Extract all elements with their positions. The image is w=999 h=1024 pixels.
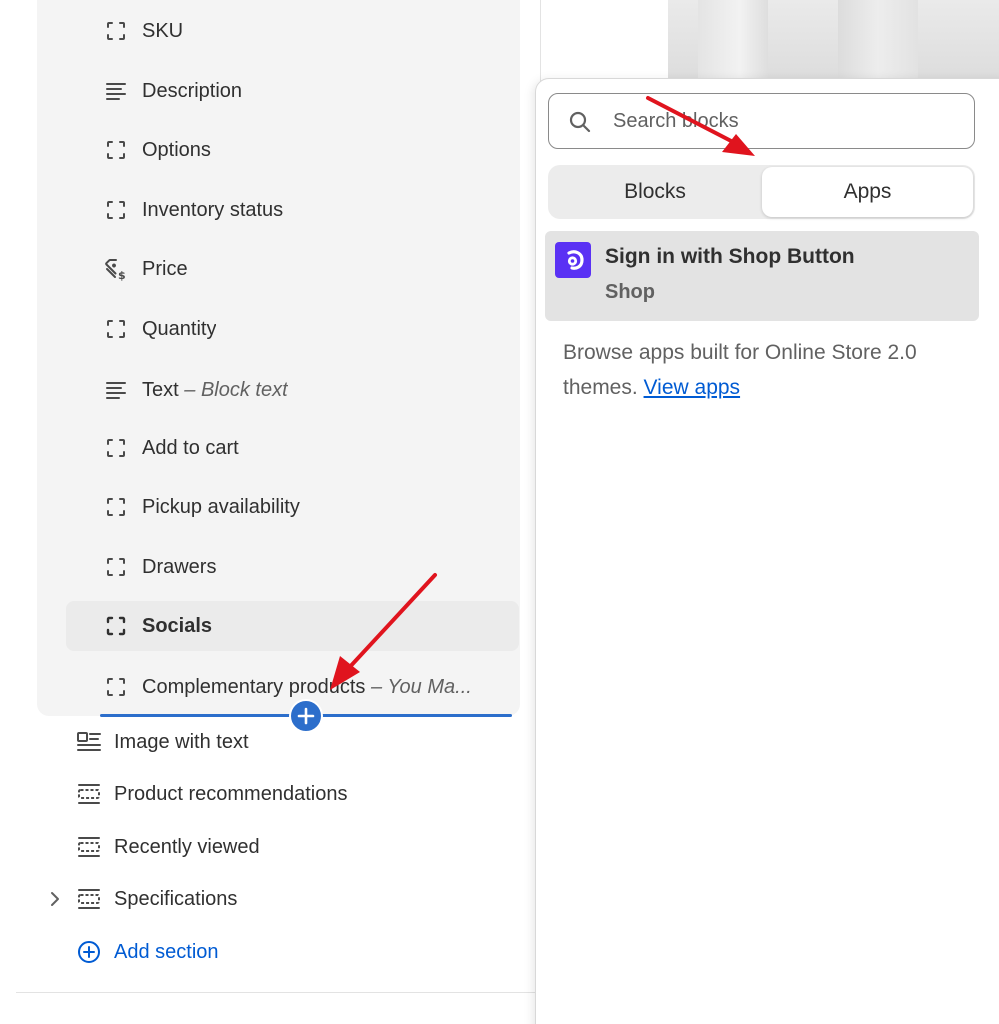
block-label: Price: [142, 258, 188, 280]
block-icon: [106, 616, 126, 636]
block-label: Socials: [142, 615, 213, 637]
add-block-popover: Blocks Apps Sign in with Shop Button Sho…: [535, 78, 999, 1024]
sidebar-bottom-divider: [16, 992, 536, 993]
section-icon: [78, 837, 100, 857]
block-icon: [107, 439, 125, 457]
block-icon: [107, 558, 125, 576]
block-item-price[interactable]: $ Price: [66, 244, 519, 294]
section-label: Image with text: [114, 731, 249, 753]
block-label: Pickup availability: [142, 496, 300, 518]
text-lines-icon: [106, 83, 126, 100]
shop-logo-icon: [555, 242, 591, 278]
app-block-title: Sign in with Shop Button: [605, 245, 855, 268]
block-label: SKU: [142, 20, 184, 42]
block-label: Add to cart: [142, 437, 239, 459]
section-item-recently-viewed[interactable]: Recently viewed: [0, 822, 540, 872]
block-icon: [107, 22, 125, 40]
block-type-tabs: Blocks Apps: [548, 165, 975, 219]
tab-apps[interactable]: Apps: [762, 167, 973, 217]
app-block-provider: Shop: [605, 281, 655, 303]
block-icon: [107, 320, 125, 338]
price-tag-icon: $: [105, 259, 126, 281]
search-input[interactable]: [613, 102, 963, 140]
fabric-fold: [838, 0, 918, 84]
block-item-quantity[interactable]: Quantity: [66, 304, 519, 354]
block-label: Text – Block text: [142, 379, 288, 401]
block-item-inventory-status[interactable]: Inventory status: [66, 185, 519, 235]
tab-blocks[interactable]: Blocks: [550, 167, 760, 217]
block-icon: [107, 678, 125, 696]
theme-editor-sidebar: SKU Description Options Inventory status…: [0, 0, 540, 1024]
section-label: Recently viewed: [114, 836, 260, 858]
view-apps-link[interactable]: View apps: [644, 376, 741, 399]
section-item-image-with-text[interactable]: Image with text: [0, 717, 540, 767]
section-label: Product recommendations: [114, 783, 348, 805]
block-item-add-to-cart[interactable]: Add to cart: [66, 423, 519, 473]
block-label: Options: [142, 139, 211, 161]
chevron-right-icon[interactable]: [46, 890, 64, 908]
block-item-text[interactable]: Text – Block text: [66, 365, 519, 415]
block-label: Inventory status: [142, 199, 284, 221]
plus-icon: [297, 707, 315, 725]
block-item-pickup-availability[interactable]: Pickup availability: [66, 482, 519, 532]
block-suffix: Block text: [200, 379, 288, 401]
section-item-specifications[interactable]: Specifications: [0, 874, 540, 924]
plus-circle-icon: [78, 941, 100, 963]
section-item-product-recommendations[interactable]: Product recommendations: [0, 769, 540, 819]
section-label: Specifications: [114, 888, 238, 910]
browse-apps-text: Browse apps built for Online Store 2.0 t…: [563, 335, 973, 405]
block-sep: –: [178, 379, 201, 401]
image-with-text-icon: [77, 732, 101, 751]
insert-block-button[interactable]: [289, 699, 323, 733]
search-icon: [569, 111, 591, 133]
text-lines-icon: [106, 382, 126, 399]
block-label: Description: [142, 80, 243, 102]
svg-text:$: $: [118, 269, 126, 281]
block-label: Quantity: [142, 318, 217, 340]
block-item-options[interactable]: Options: [66, 125, 519, 175]
block-item-sku[interactable]: SKU: [66, 6, 519, 56]
fabric-fold: [698, 0, 768, 84]
block-icon: [107, 201, 125, 219]
add-section-button[interactable]: Add section: [0, 927, 540, 977]
block-item-description[interactable]: Description: [66, 66, 519, 116]
block-label: Drawers: [142, 556, 217, 578]
block-sep: –: [365, 676, 388, 698]
block-suffix: You Ma...: [387, 676, 472, 698]
search-field[interactable]: [548, 93, 975, 149]
block-item-socials[interactable]: Socials: [66, 601, 519, 651]
section-icon: [78, 784, 100, 804]
block-icon: [107, 141, 125, 159]
block-item-drawers[interactable]: Drawers: [66, 542, 519, 592]
add-section-label: Add section: [114, 941, 219, 963]
app-block-item[interactable]: Sign in with Shop Button Shop: [545, 231, 979, 321]
block-icon: [107, 498, 125, 516]
product-preview-image: [668, 0, 999, 84]
section-icon: [78, 889, 100, 909]
